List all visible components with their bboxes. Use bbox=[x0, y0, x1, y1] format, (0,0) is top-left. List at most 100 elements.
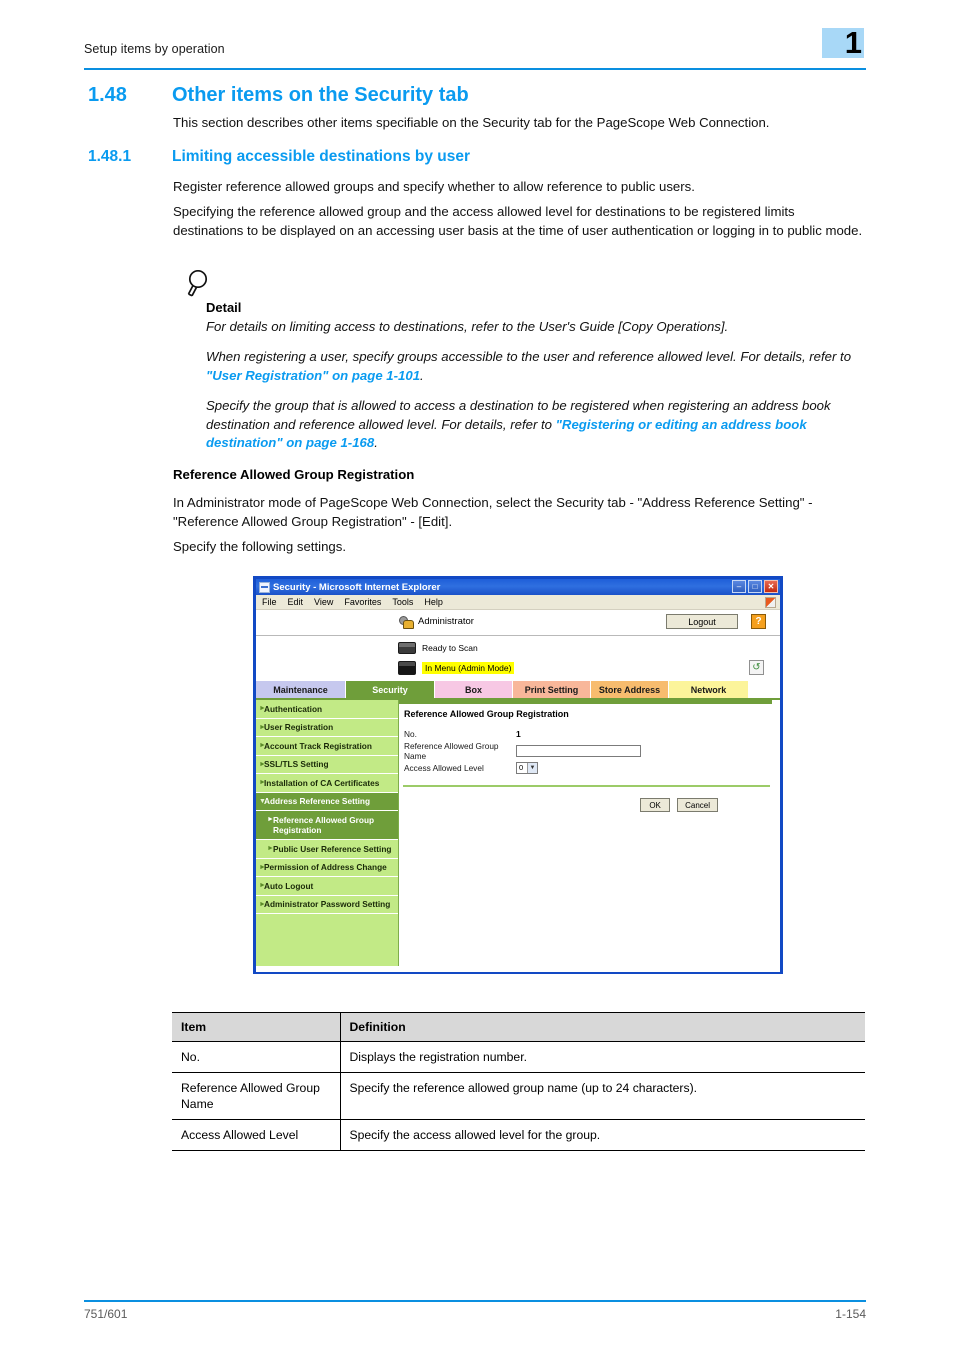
sidebar-item-user-registration[interactable]: ► User Registration bbox=[256, 719, 398, 737]
panel-button-row: OK Cancel bbox=[399, 798, 780, 812]
administrator-icon bbox=[398, 615, 414, 629]
tab-network[interactable]: Network bbox=[669, 681, 749, 698]
cross-reference-user-registration[interactable]: "User Registration" on page 1-101 bbox=[206, 368, 420, 383]
maximize-button[interactable]: □ bbox=[748, 580, 762, 593]
tab-box[interactable]: Box bbox=[435, 681, 513, 698]
cell-item: Access Allowed Level bbox=[172, 1119, 341, 1151]
panel-top-accent bbox=[399, 700, 780, 704]
sidebar-item-reference-allowed-group-registration[interactable]: ► Reference Allowed Group Registration bbox=[256, 811, 398, 840]
sidebar-item-installation-of-ca-certificates[interactable]: ► Installation of CA Certificates bbox=[256, 774, 398, 793]
tab-maintenance[interactable]: Maintenance bbox=[256, 681, 346, 698]
label-access-level: Access Allowed Level bbox=[404, 762, 484, 773]
sidebar-label: Account Track Registration bbox=[264, 740, 372, 751]
window-controls: – □ ✕ bbox=[732, 580, 778, 593]
group-name-input[interactable] bbox=[516, 744, 641, 757]
status-menu-label: In Menu (Admin Mode) bbox=[422, 662, 515, 674]
detail-paragraph-2: When registering a user, specify groups … bbox=[206, 348, 866, 385]
sidebar-item-account-track-registration[interactable]: ► Account Track Registration bbox=[256, 737, 398, 756]
page-header: Setup items by operation 1 bbox=[84, 26, 866, 70]
bullet-icon: ► bbox=[259, 779, 266, 786]
sidebar-label: Permission of Address Change bbox=[264, 862, 387, 872]
cell-definition: Displays the registration number. bbox=[340, 1041, 865, 1073]
paragraph-follow: Specify the following settings. bbox=[173, 539, 346, 554]
footer-page-number: 1-154 bbox=[835, 1307, 866, 1321]
bullet-icon: ► bbox=[259, 705, 266, 712]
section-heading: 1.48 Other items on the Security tab bbox=[88, 84, 878, 107]
bullet-icon: ► bbox=[259, 742, 266, 749]
webapp-status-area: Ready to Scan In Menu (Admin Mode) ↺ bbox=[256, 636, 780, 681]
sidebar-item-address-reference-setting[interactable]: ▼ Address Reference Setting bbox=[256, 792, 398, 811]
menu-edit[interactable]: Edit bbox=[288, 597, 304, 607]
bullet-icon: ► bbox=[259, 723, 266, 731]
bullet-icon: ► bbox=[259, 900, 266, 908]
running-title: Setup items by operation bbox=[84, 42, 225, 56]
tab-print-setting[interactable]: Print Setting bbox=[513, 681, 591, 698]
printer-icon bbox=[398, 642, 416, 654]
table-row: No. Displays the registration number. bbox=[172, 1041, 865, 1073]
detail-paragraph-1: For details on limiting access to destin… bbox=[206, 319, 729, 334]
bullet-icon: ► bbox=[267, 845, 274, 852]
menu-favorites[interactable]: Favorites bbox=[344, 597, 381, 607]
webapp-sidebar: ► Authentication ► User Registration ► A… bbox=[256, 700, 399, 966]
refresh-icon[interactable]: ↺ bbox=[749, 660, 764, 675]
browser-window-screenshot: Security - Microsoft Internet Explorer –… bbox=[253, 576, 783, 974]
definition-table: Item Definition No. Displays the registr… bbox=[172, 1012, 865, 1151]
tab-security[interactable]: Security bbox=[346, 681, 435, 698]
label-no: No. bbox=[404, 728, 417, 739]
ok-button[interactable]: OK bbox=[640, 798, 671, 812]
bullet-icon: ► bbox=[267, 816, 274, 823]
cell-definition: Specify the access allowed level for the… bbox=[340, 1119, 865, 1151]
sidebar-label: Public User Reference Setting bbox=[273, 843, 392, 854]
tab-store-address[interactable]: Store Address bbox=[591, 681, 669, 698]
sidebar-label: SSL/TLS Setting bbox=[264, 759, 329, 769]
footer-model: 751/601 bbox=[84, 1307, 128, 1321]
paragraph-register: Register reference allowed groups and sp… bbox=[173, 179, 695, 194]
section-intro-paragraph: This section describes other items speci… bbox=[173, 115, 770, 130]
detail-p2-tail: . bbox=[420, 367, 424, 383]
cancel-button[interactable]: Cancel bbox=[677, 798, 718, 812]
sidebar-label: Auto Logout bbox=[264, 880, 314, 891]
paragraph-admin-mode: In Administrator mode of PageScope Web C… bbox=[173, 495, 813, 529]
detail-p2-lead: When registering a user, specify groups … bbox=[206, 349, 852, 364]
windows-flag-icon bbox=[765, 597, 776, 608]
sidebar-item-authentication[interactable]: ► Authentication bbox=[256, 700, 398, 719]
minimize-button[interactable]: – bbox=[732, 580, 746, 593]
menu-help[interactable]: Help bbox=[424, 597, 443, 607]
status-ready-label: Ready to Scan bbox=[422, 643, 478, 653]
sidebar-label: Installation of CA Certificates bbox=[264, 777, 380, 788]
sidebar-item-permission-of-address-change[interactable]: ► Permission of Address Change bbox=[256, 859, 398, 877]
label-group-name: Reference Allowed Group Name bbox=[404, 740, 499, 761]
footer-rule bbox=[84, 1300, 866, 1302]
sidebar-item-public-user-reference-setting[interactable]: ► Public User Reference Setting bbox=[256, 840, 398, 859]
sidebar-item-administrator-password-setting[interactable]: ► Administrator Password Setting bbox=[256, 896, 398, 914]
logout-button[interactable]: Logout bbox=[666, 614, 738, 629]
browser-viewport: Administrator Logout ? Ready to Scan In … bbox=[256, 610, 780, 972]
subsection-number: 1.48.1 bbox=[88, 148, 132, 165]
help-button[interactable]: ? bbox=[751, 614, 766, 629]
table-header-row: Item Definition bbox=[172, 1012, 865, 1042]
menu-view[interactable]: View bbox=[314, 597, 333, 607]
access-level-value: 0 bbox=[519, 763, 524, 772]
panel-title: Reference Allowed Group Registration bbox=[404, 709, 569, 719]
webapp-body: ► Authentication ► User Registration ► A… bbox=[256, 700, 780, 966]
menu-file[interactable]: File bbox=[262, 597, 277, 607]
bullet-icon: ► bbox=[259, 882, 266, 889]
detail-p3-tail: . bbox=[374, 435, 378, 450]
user-block: Administrator bbox=[398, 615, 474, 629]
sidebar-label: Address Reference Setting bbox=[264, 796, 371, 806]
form-row-access-level: Access Allowed Level 0 ▼ bbox=[399, 759, 780, 776]
webapp-tab-bar: Maintenance Security Box Print Setting S… bbox=[256, 681, 780, 700]
subsection-heading: 1.48.1 Limiting accessible destinations b… bbox=[88, 148, 878, 166]
sidebar-label: Reference Allowed Group Registration bbox=[273, 814, 375, 836]
printer-dark-icon bbox=[398, 661, 416, 675]
menu-tools[interactable]: Tools bbox=[392, 597, 413, 607]
sidebar-label: Administrator Password Setting bbox=[264, 899, 391, 909]
access-level-select[interactable]: 0 ▼ bbox=[516, 761, 538, 774]
procedure-subhead: Reference Allowed Group Registration bbox=[173, 467, 415, 482]
sidebar-item-ssl-tls-setting[interactable]: ► SSL/TLS Setting bbox=[256, 756, 398, 774]
close-button[interactable]: ✕ bbox=[764, 580, 778, 593]
ie-page-icon bbox=[259, 581, 270, 593]
browser-window-title: Security - Microsoft Internet Explorer bbox=[273, 581, 441, 593]
section-number: 1.48 bbox=[88, 84, 127, 106]
sidebar-item-auto-logout[interactable]: ► Auto Logout bbox=[256, 877, 398, 896]
